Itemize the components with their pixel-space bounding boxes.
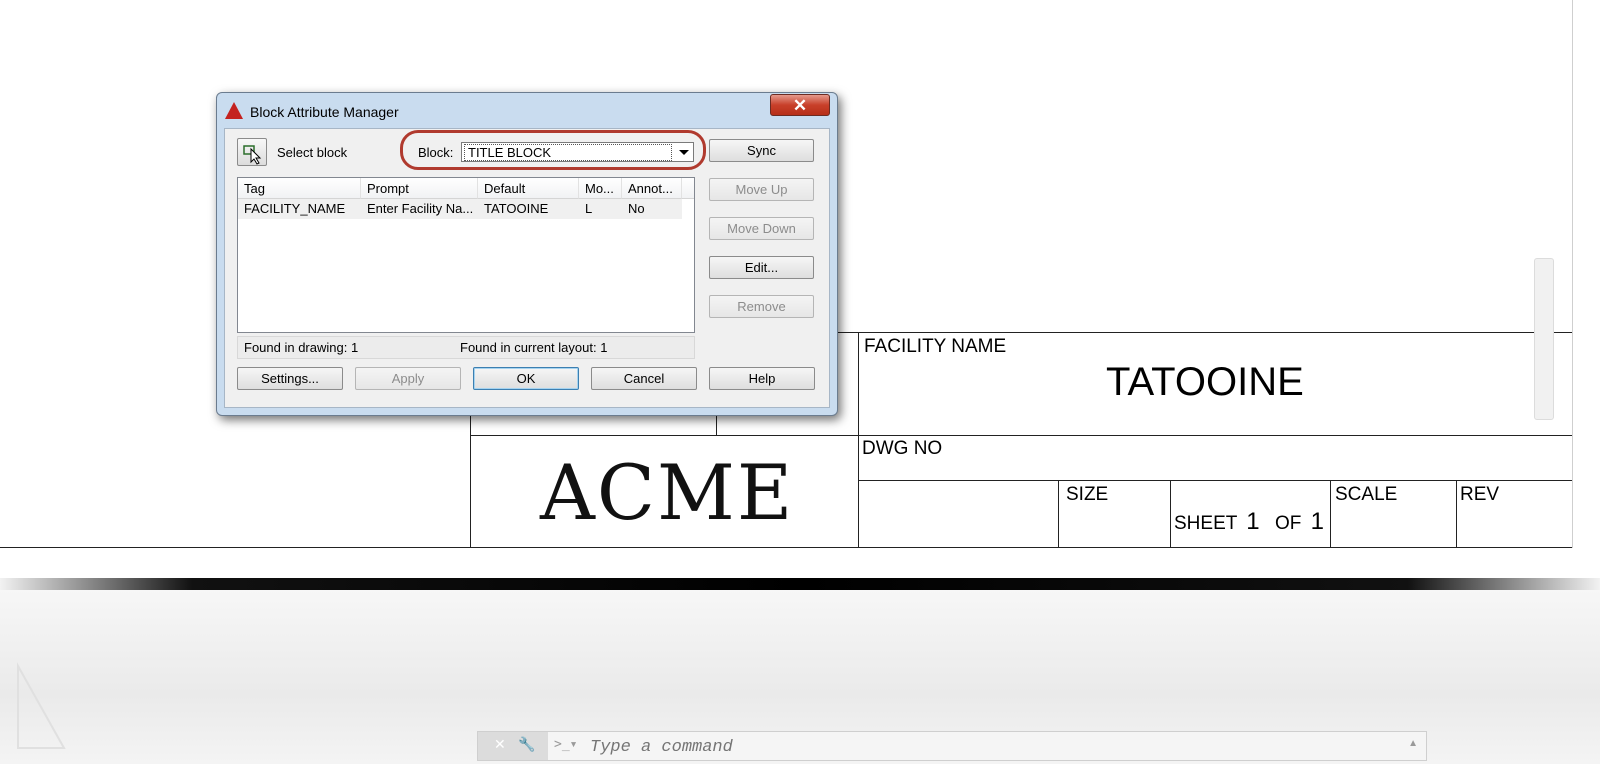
close-icon[interactable]: ✕ xyxy=(494,736,506,753)
block-dropdown[interactable]: TITLE BLOCK xyxy=(461,142,694,162)
sheet-label: SHEET 1 OF 1 xyxy=(1174,508,1324,536)
dialog-title: Block Attribute Manager xyxy=(250,104,399,120)
found-in-current-layout: Found in current layout: 1 xyxy=(460,340,608,355)
title-block-line xyxy=(0,547,1572,548)
facility-name-value: TATOOINE xyxy=(1106,360,1304,404)
attribute-list[interactable]: Tag Prompt Default Mo... Annot... FACILI… xyxy=(237,177,695,333)
edit-button[interactable]: Edit... xyxy=(709,256,814,279)
cell-mode: L xyxy=(579,199,622,219)
autocad-icon xyxy=(225,102,243,119)
vertical-scrollbar[interactable] xyxy=(1534,258,1554,420)
dialog-titlebar[interactable]: Block Attribute Manager ✕ xyxy=(217,93,837,127)
dialog-client-area: Select block Block: TITLE BLOCK Sync Mov… xyxy=(224,128,830,408)
block-attribute-manager-dialog: Block Attribute Manager ✕ Select block B… xyxy=(216,92,838,416)
move-down-button[interactable]: Move Down xyxy=(709,217,814,240)
title-block-line xyxy=(1170,480,1171,548)
column-header-tag[interactable]: Tag xyxy=(238,178,361,199)
company-logo-text: ACME xyxy=(540,448,795,537)
column-header-default[interactable]: Default xyxy=(478,178,579,199)
select-block-button[interactable] xyxy=(237,138,267,166)
title-block-line xyxy=(1058,480,1059,548)
close-button[interactable]: ✕ xyxy=(770,94,830,116)
command-line-grip[interactable]: ✕ 🔧 xyxy=(478,732,548,760)
sheet-word: SHEET xyxy=(1174,513,1238,534)
of-word: OF xyxy=(1274,513,1302,534)
dwg-no-label: DWG NO xyxy=(862,438,943,459)
remove-button[interactable]: Remove xyxy=(709,295,814,318)
title-block-line xyxy=(1456,480,1457,548)
apply-button[interactable]: Apply xyxy=(355,367,461,390)
move-up-button[interactable]: Move Up xyxy=(709,178,814,201)
block-dropdown-value: TITLE BLOCK xyxy=(464,144,672,161)
status-bar: Found in drawing: 1 Found in current lay… xyxy=(237,336,695,359)
command-prompt-icon[interactable]: >_▾ xyxy=(554,737,577,752)
ucs-icon xyxy=(17,662,66,749)
block-label: Block: xyxy=(418,145,454,160)
facility-name-label: FACILITY NAME xyxy=(864,336,1007,357)
cell-tag: FACILITY_NAME xyxy=(238,199,361,219)
paper-edge-shadow xyxy=(0,578,1600,590)
column-header-prompt[interactable]: Prompt xyxy=(361,178,478,199)
found-in-drawing: Found in drawing: 1 xyxy=(244,340,359,355)
select-block-label: Select block xyxy=(277,145,348,160)
pick-cursor-icon xyxy=(243,145,262,165)
settings-button[interactable]: Settings... xyxy=(237,367,343,390)
cell-annotative: No xyxy=(622,199,682,219)
title-block-line xyxy=(858,480,1572,481)
column-header-annotative[interactable]: Annot... xyxy=(622,178,682,199)
sync-button[interactable]: Sync xyxy=(709,139,814,162)
sheet-total: 1 xyxy=(1310,508,1324,535)
command-line-bar: ✕ 🔧 >_▾ ▲ xyxy=(477,731,1427,761)
chevron-down-icon[interactable] xyxy=(679,150,689,155)
chevron-up-icon[interactable]: ▲ xyxy=(1408,738,1418,749)
cell-prompt: Enter Facility Na... xyxy=(361,199,478,219)
wrench-icon[interactable]: 🔧 xyxy=(518,736,535,753)
cancel-button[interactable]: Cancel xyxy=(591,367,697,390)
rev-label: REV xyxy=(1460,484,1500,505)
ok-button[interactable]: OK xyxy=(473,367,579,390)
column-header-filler xyxy=(682,178,694,199)
scale-label: SCALE xyxy=(1335,484,1398,505)
sheet-number: 1 xyxy=(1246,508,1260,535)
help-button[interactable]: Help xyxy=(709,367,815,390)
title-block-line xyxy=(470,435,1572,436)
title-block-line xyxy=(1330,480,1331,548)
cell-default: TATOOINE xyxy=(478,199,579,219)
close-icon: ✕ xyxy=(792,96,808,115)
command-input[interactable] xyxy=(588,736,1372,758)
title-block-line xyxy=(858,332,859,548)
title-block-line xyxy=(1572,0,1573,548)
column-header-mode[interactable]: Mo... xyxy=(579,178,622,199)
size-label: SIZE xyxy=(1066,484,1109,505)
